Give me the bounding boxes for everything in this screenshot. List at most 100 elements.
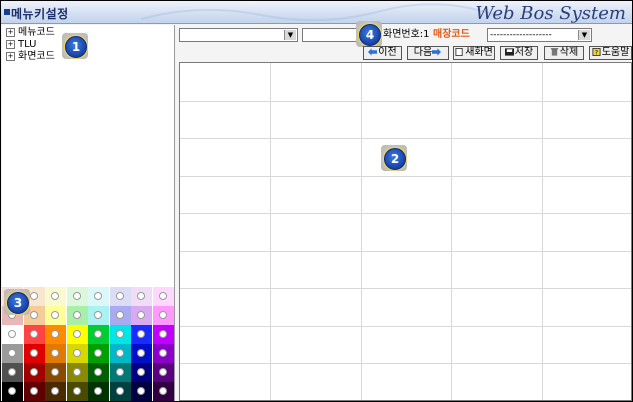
- palette-swatch[interactable]: [131, 382, 152, 401]
- screen-grid[interactable]: [179, 62, 632, 401]
- swatch-radio-icon[interactable]: [29, 368, 38, 376]
- sub-select[interactable]: [302, 28, 362, 42]
- swatch-radio-icon[interactable]: [158, 368, 167, 376]
- swatch-radio-icon[interactable]: [8, 349, 16, 357]
- palette-swatch[interactable]: [66, 344, 88, 363]
- chevron-down-icon[interactable]: ▼: [284, 30, 296, 40]
- palette-swatch[interactable]: [152, 325, 174, 344]
- palette-swatch[interactable]: [2, 382, 23, 401]
- palette-swatch[interactable]: [109, 344, 131, 363]
- swatch-radio-icon[interactable]: [158, 311, 167, 319]
- swatch-radio-icon[interactable]: [94, 349, 102, 357]
- swatch-radio-icon[interactable]: [8, 330, 16, 338]
- swatch-radio-icon[interactable]: [8, 368, 16, 376]
- swatch-radio-icon[interactable]: [72, 292, 81, 300]
- palette-swatch[interactable]: [88, 344, 109, 363]
- swatch-radio-icon[interactable]: [29, 292, 38, 300]
- palette-swatch[interactable]: [23, 382, 45, 401]
- palette-swatch[interactable]: [45, 382, 66, 401]
- swatch-radio-icon[interactable]: [72, 387, 81, 395]
- swatch-radio-icon[interactable]: [51, 368, 59, 376]
- swatch-radio-icon[interactable]: [137, 292, 145, 300]
- palette-swatch[interactable]: [131, 344, 152, 363]
- swatch-radio-icon[interactable]: [72, 330, 81, 338]
- swatch-radio-icon[interactable]: [137, 349, 145, 357]
- delete-button[interactable]: 삭제: [544, 46, 584, 60]
- palette-swatch[interactable]: [152, 382, 174, 401]
- prev-button[interactable]: 이전: [363, 46, 402, 60]
- swatch-radio-icon[interactable]: [72, 311, 81, 319]
- palette-swatch[interactable]: [152, 363, 174, 382]
- next-button[interactable]: 다음: [407, 46, 449, 60]
- swatch-radio-icon[interactable]: [51, 387, 59, 395]
- palette-swatch[interactable]: [45, 287, 66, 306]
- palette-swatch[interactable]: [23, 325, 45, 344]
- tree-item-menu-code[interactable]: + 메뉴코드: [6, 27, 55, 39]
- palette-swatch[interactable]: [45, 325, 66, 344]
- swatch-radio-icon[interactable]: [29, 349, 38, 357]
- swatch-radio-icon[interactable]: [115, 349, 124, 357]
- save-button[interactable]: 저장: [500, 46, 538, 60]
- palette-swatch[interactable]: [45, 306, 66, 325]
- tree-item-screen-code[interactable]: + 화면코드: [6, 51, 55, 63]
- palette-swatch[interactable]: [66, 306, 88, 325]
- palette-swatch[interactable]: [131, 363, 152, 382]
- tree-expand-icon[interactable]: +: [6, 51, 15, 61]
- palette-swatch[interactable]: [152, 306, 174, 325]
- swatch-radio-icon[interactable]: [115, 368, 124, 376]
- palette-swatch[interactable]: [66, 363, 88, 382]
- swatch-radio-icon[interactable]: [72, 349, 81, 357]
- palette-swatch[interactable]: [23, 363, 45, 382]
- palette-swatch[interactable]: [109, 287, 131, 306]
- swatch-radio-icon[interactable]: [115, 292, 124, 300]
- palette-swatch[interactable]: [109, 382, 131, 401]
- palette-swatch[interactable]: [45, 363, 66, 382]
- swatch-radio-icon[interactable]: [137, 387, 145, 395]
- swatch-radio-icon[interactable]: [51, 311, 59, 319]
- palette-swatch[interactable]: [109, 306, 131, 325]
- chevron-down-icon[interactable]: ▼: [578, 30, 590, 40]
- palette-swatch[interactable]: [152, 344, 174, 363]
- swatch-radio-icon[interactable]: [29, 311, 38, 319]
- tree-expand-icon[interactable]: +: [6, 39, 15, 49]
- swatch-radio-icon[interactable]: [94, 311, 102, 319]
- swatch-radio-icon[interactable]: [137, 311, 145, 319]
- palette-swatch[interactable]: [45, 344, 66, 363]
- swatch-radio-icon[interactable]: [94, 292, 102, 300]
- swatch-radio-icon[interactable]: [94, 330, 102, 338]
- palette-swatch[interactable]: [66, 325, 88, 344]
- swatch-radio-icon[interactable]: [94, 368, 102, 376]
- swatch-radio-icon[interactable]: [29, 330, 38, 338]
- swatch-radio-icon[interactable]: [8, 387, 16, 395]
- swatch-radio-icon[interactable]: [158, 349, 167, 357]
- swatch-radio-icon[interactable]: [51, 292, 59, 300]
- swatch-radio-icon[interactable]: [137, 330, 145, 338]
- palette-swatch[interactable]: [23, 344, 45, 363]
- palette-swatch[interactable]: [131, 287, 152, 306]
- palette-swatch[interactable]: [88, 363, 109, 382]
- tree-expand-icon[interactable]: +: [6, 27, 15, 37]
- palette-swatch[interactable]: [2, 363, 23, 382]
- swatch-radio-icon[interactable]: [72, 368, 81, 376]
- palette-swatch[interactable]: [88, 325, 109, 344]
- palette-swatch[interactable]: [88, 306, 109, 325]
- store-code-select[interactable]: ------------------- ▼: [487, 28, 592, 42]
- swatch-radio-icon[interactable]: [51, 349, 59, 357]
- swatch-radio-icon[interactable]: [137, 368, 145, 376]
- palette-swatch[interactable]: [152, 287, 174, 306]
- new-screen-button[interactable]: 새화면: [453, 46, 495, 60]
- swatch-radio-icon[interactable]: [29, 387, 38, 395]
- palette-swatch[interactable]: [2, 344, 23, 363]
- palette-swatch[interactable]: [88, 382, 109, 401]
- swatch-radio-icon[interactable]: [94, 387, 102, 395]
- category-select[interactable]: ▼: [179, 28, 298, 42]
- palette-swatch[interactable]: [88, 287, 109, 306]
- palette-swatch[interactable]: [109, 325, 131, 344]
- swatch-radio-icon[interactable]: [158, 292, 167, 300]
- palette-swatch[interactable]: [109, 363, 131, 382]
- palette-swatch[interactable]: [66, 287, 88, 306]
- swatch-radio-icon[interactable]: [115, 311, 124, 319]
- palette-swatch[interactable]: [131, 325, 152, 344]
- swatch-radio-icon[interactable]: [115, 387, 124, 395]
- help-button[interactable]: ? 도움말: [589, 46, 632, 60]
